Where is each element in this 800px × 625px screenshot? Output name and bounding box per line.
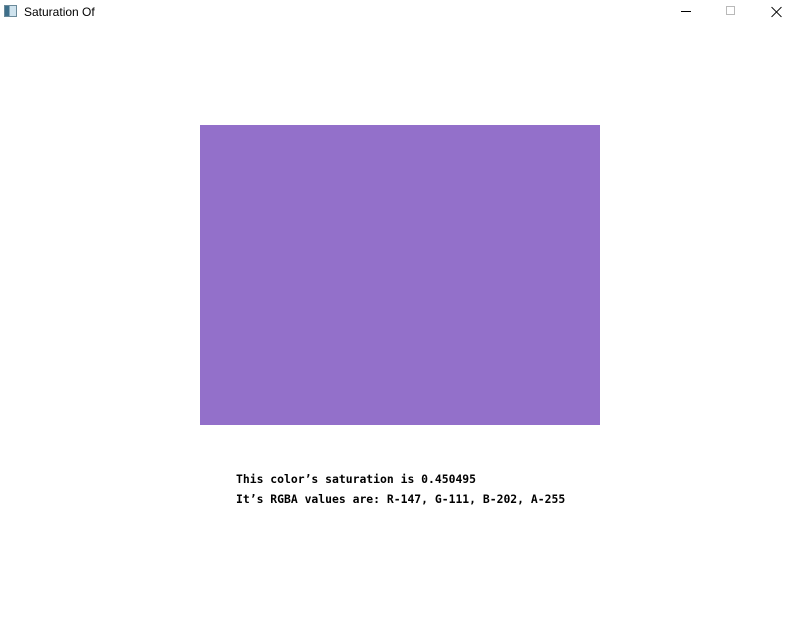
color-swatch xyxy=(200,125,600,425)
saturation-text: This color’s saturation is 0.450495 xyxy=(236,472,477,486)
app-window: Saturation Of This color’s saturation is… xyxy=(0,0,800,625)
close-button[interactable] xyxy=(754,0,800,24)
minimize-button[interactable] xyxy=(663,0,709,24)
maximize-button[interactable] xyxy=(708,0,754,24)
minimize-icon xyxy=(681,11,691,12)
rgba-values-text: It’s RGBA values are: R-147, G-111, B-20… xyxy=(236,492,566,506)
maximize-icon xyxy=(726,6,735,15)
close-icon xyxy=(771,6,783,18)
app-window-icon[interactable] xyxy=(4,5,17,17)
title-bar[interactable]: Saturation Of xyxy=(0,0,800,24)
window-title: Saturation Of xyxy=(24,5,95,19)
